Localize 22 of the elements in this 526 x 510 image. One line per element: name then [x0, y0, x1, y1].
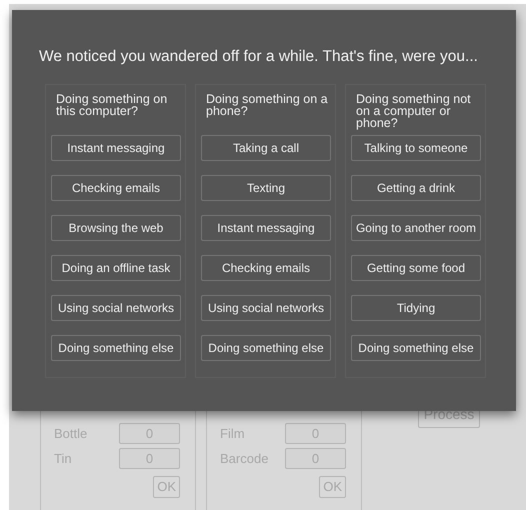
option-button[interactable]: Instant messaging [51, 135, 181, 161]
option-button[interactable]: Texting [201, 175, 331, 201]
option-button[interactable]: Checking emails [201, 255, 331, 281]
option-button[interactable]: Browsing the web [51, 215, 181, 241]
option-button[interactable]: Doing something else [351, 335, 481, 361]
option-button[interactable]: Doing an offline task [51, 255, 181, 281]
option-button[interactable]: Taking a call [201, 135, 331, 161]
option-button[interactable]: Talking to someone [351, 135, 481, 161]
option-button[interactable]: Doing something else [201, 335, 331, 361]
option-button[interactable]: Getting some food [351, 255, 481, 281]
option-button[interactable]: Using social networks [201, 295, 331, 321]
column-heading: Doing something on this computer? [55, 93, 168, 120]
column-heading: Doing something not on a computer or phone? [355, 93, 472, 132]
option-button[interactable]: Instant messaging [201, 215, 331, 241]
option-button[interactable]: Going to another room [351, 215, 481, 241]
option-button[interactable]: Checking emails [51, 175, 181, 201]
dialog-title: We noticed you wandered off for a while. That's fine, were you... [39, 47, 479, 67]
option-button[interactable]: Doing something else [51, 335, 181, 361]
option-button[interactable]: Tidying [351, 295, 481, 321]
option-button[interactable]: Using social networks [51, 295, 181, 321]
column-heading: Doing something on a phone? [205, 93, 329, 120]
option-button[interactable]: Getting a drink [351, 175, 481, 201]
